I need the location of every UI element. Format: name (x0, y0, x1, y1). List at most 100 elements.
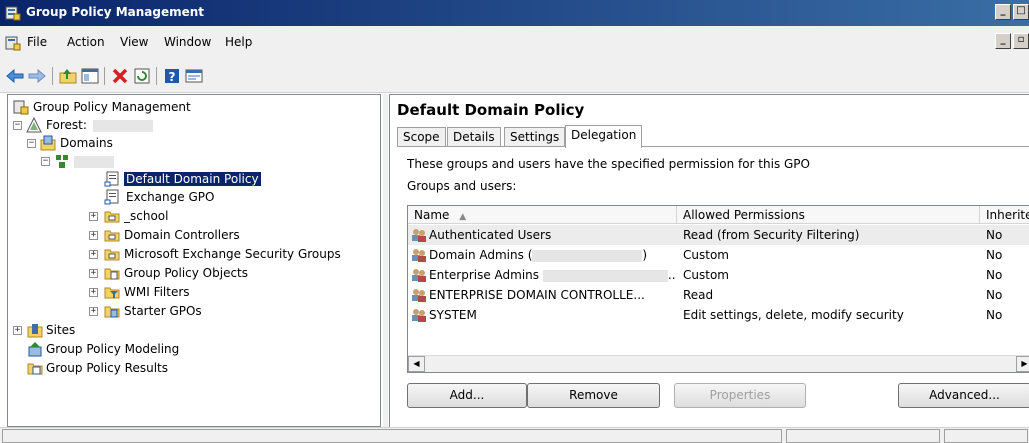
pane-splitter[interactable] (383, 94, 388, 427)
properties-icon[interactable] (184, 66, 204, 86)
tree-label: Group Policy Modeling (46, 342, 180, 356)
delegation-list[interactable]: Name ▲ Allowed Permissions Inherited Aut… (407, 205, 1029, 373)
table-row[interactable]: Domain Admins () Custom No (408, 245, 1029, 265)
tree-label: Starter GPOs (124, 304, 202, 318)
ou-folder-icon (104, 211, 120, 223)
gpmc-app-icon (5, 6, 21, 21)
menu-help[interactable]: Help (225, 35, 252, 49)
tree-label: WMI Filters (124, 285, 190, 299)
tab-details[interactable]: Details (447, 127, 501, 147)
domain-icon (56, 155, 68, 168)
tree-node-domain[interactable]: − (41, 152, 114, 170)
tab-delegation[interactable]: Delegation (565, 125, 643, 148)
cell-inherited: No (986, 308, 1003, 322)
tree-node-gp-modeling[interactable]: Group Policy Modeling (13, 340, 181, 358)
child-restore-button[interactable]: ▫ (1013, 33, 1029, 49)
tab-settings[interactable]: Settings (504, 127, 566, 147)
tree-label: Forest: (46, 118, 87, 132)
table-row[interactable]: Authenticated Users Read (from Security … (408, 225, 1029, 245)
gpo-link-icon (104, 171, 119, 187)
results-icon (27, 363, 43, 375)
scroll-left-arrow-icon[interactable]: ◀ (408, 356, 425, 372)
domains-icon (40, 135, 56, 151)
column-header-inherited[interactable]: Inherited (980, 206, 1029, 224)
maximize-button[interactable]: □ (1013, 4, 1029, 20)
redacted-forest-name (92, 119, 153, 132)
horizontal-scrollbar[interactable]: ◀ ▶ (408, 355, 1029, 372)
user-group-icon (412, 249, 426, 262)
status-bar (0, 427, 1029, 443)
table-row[interactable]: Enterprise Admins .. Custom No (408, 265, 1029, 285)
expand-icon[interactable]: + (89, 231, 98, 240)
help-icon[interactable]: ? (162, 66, 182, 86)
expand-icon[interactable]: + (89, 269, 98, 278)
tree-label: Sites (46, 323, 76, 337)
menu-view[interactable]: View (120, 35, 148, 49)
mmc-console-icon[interactable] (5, 35, 21, 51)
show-hide-console-tree-icon[interactable] (80, 66, 100, 86)
cell-inherited: No (986, 288, 1003, 302)
gpmc-icon (13, 100, 29, 115)
menu-file[interactable]: File (27, 35, 47, 49)
advanced-button[interactable]: Advanced... (898, 383, 1029, 408)
table-row[interactable]: ENTERPRISE DOMAIN CONTROLLE... Read No (408, 285, 1029, 305)
collapse-icon[interactable]: − (13, 121, 22, 130)
forward-arrow-icon[interactable] (27, 66, 47, 86)
delete-icon[interactable] (110, 66, 130, 86)
refresh-icon[interactable] (132, 66, 152, 86)
menu-window[interactable]: Window (164, 35, 211, 49)
cell-inherited: No (986, 248, 1003, 262)
tab-scope[interactable]: Scope (397, 127, 446, 147)
collapse-icon[interactable]: − (27, 139, 36, 148)
redacted-domain-name (542, 269, 668, 282)
tree-label: Default Domain Policy (124, 172, 261, 186)
child-minimize-button[interactable]: _ (995, 33, 1011, 49)
modeling-icon (28, 342, 42, 357)
tree-node-group-policy-objects[interactable]: + Group Policy Objects (89, 264, 250, 282)
tree-node-forest[interactable]: − Forest: (13, 116, 153, 134)
expand-icon[interactable]: + (13, 326, 22, 335)
tree-node-starter-gpos[interactable]: + Starter GPOs (89, 302, 204, 320)
column-header-allowed-permissions[interactable]: Allowed Permissions (677, 206, 980, 224)
cell-name-text: Enterprise Admins (429, 268, 540, 282)
back-arrow-icon[interactable] (5, 66, 25, 86)
column-label: Name (414, 208, 450, 222)
tree-node-exchange-gpo[interactable]: Exchange GPO (69, 188, 216, 206)
tree-node-sites[interactable]: + Sites (13, 321, 77, 339)
tree-node-domains[interactable]: − Domains (27, 134, 115, 152)
minimize-button[interactable]: _ (995, 4, 1011, 20)
tree-node-gp-results[interactable]: Group Policy Results (13, 359, 170, 377)
console-tree[interactable]: Group Policy Management − Forest: − Doma… (7, 94, 381, 427)
gpo-link-icon (104, 189, 119, 205)
tree-node-school-ou[interactable]: + _school (89, 207, 170, 225)
wmi-filter-folder-icon (104, 287, 120, 299)
scroll-right-arrow-icon[interactable]: ▶ (1016, 356, 1029, 372)
tree-node-wmi-filters[interactable]: + WMI Filters (89, 283, 192, 301)
column-header-name[interactable]: Name ▲ (408, 206, 677, 224)
tree-label: Domain Controllers (124, 228, 240, 242)
expand-icon[interactable]: + (89, 250, 98, 259)
cell-name: Domain Admins () (429, 245, 647, 265)
tree-node-domain-controllers[interactable]: + Domain Controllers (89, 226, 242, 244)
tree-node-default-domain-policy[interactable]: Default Domain Policy (69, 170, 261, 188)
tree-node-gpmc-root[interactable]: Group Policy Management (13, 98, 193, 116)
tree-node-exchange-security-groups[interactable]: + Microsoft Exchange Security Groups (89, 245, 343, 263)
properties-button[interactable]: Properties (674, 383, 806, 408)
groups-and-users-label: Groups and users: (407, 179, 517, 193)
collapse-icon[interactable]: − (41, 157, 50, 166)
table-row[interactable]: SYSTEM Edit settings, delete, modify sec… (408, 305, 1029, 325)
cell-permission: Custom (683, 248, 729, 262)
menu-action[interactable]: Action (67, 35, 105, 49)
svg-text:?: ? (169, 70, 176, 84)
user-group-icon (412, 309, 426, 322)
expand-icon[interactable]: + (89, 212, 98, 221)
expand-icon[interactable]: + (89, 288, 98, 297)
expand-icon[interactable]: + (89, 307, 98, 316)
toolbar: ? (0, 58, 1029, 93)
delegation-description: These groups and users have the specifie… (407, 157, 810, 171)
sites-icon (27, 324, 43, 338)
up-folder-icon[interactable] (58, 66, 78, 86)
status-pane-2 (786, 429, 940, 443)
add-button[interactable]: Add... (407, 383, 527, 408)
remove-button[interactable]: Remove (527, 383, 660, 408)
